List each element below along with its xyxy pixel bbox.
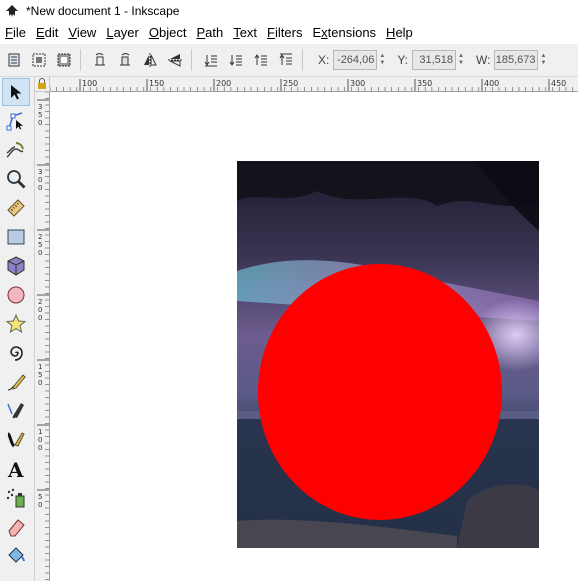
node-tool-icon[interactable]	[2, 107, 30, 135]
menu-edit[interactable]: Edit	[31, 22, 63, 44]
eraser-tool-icon[interactable]	[2, 513, 30, 541]
vruler-label-digit: 0	[38, 119, 42, 127]
rotate-cw-icon[interactable]	[114, 49, 136, 71]
text-tool-icon[interactable]: A	[2, 455, 30, 483]
flip-horizontal-icon[interactable]	[139, 49, 161, 71]
select-all-layers-icon[interactable]	[28, 49, 50, 71]
toolbar-separator	[191, 49, 192, 71]
hruler-label: 250	[283, 79, 298, 88]
hruler-label: 200	[216, 79, 231, 88]
zoom-tool-icon[interactable]	[2, 165, 30, 193]
inkscape-logo-icon	[4, 3, 20, 19]
y-spinner[interactable]: ▲ ▼	[456, 51, 466, 69]
menu-object[interactable]: Object	[144, 22, 192, 44]
hruler-label: 100	[82, 79, 97, 88]
title-bar: *New document 1 - Inkscape	[0, 0, 578, 22]
select-all-objects-icon[interactable]	[3, 49, 25, 71]
vruler-label-digit: 0	[38, 176, 42, 184]
menu-bar: File Edit View Layer Object Path Text Fi…	[0, 22, 578, 44]
tool-controls-bar: X: -264,06 ▲ ▼ Y: 31,518 ▲ ▼ W: 185,673 ▲ ▼	[0, 44, 578, 77]
circle-fill	[258, 264, 502, 520]
y-label: Y:	[397, 53, 409, 67]
vruler-label-digit: 0	[38, 444, 42, 452]
w-label: W:	[476, 53, 491, 67]
3d-box-tool-icon[interactable]	[2, 252, 30, 280]
menu-file[interactable]: File	[0, 22, 31, 44]
vruler-label-digit: 1	[38, 428, 42, 436]
vruler-label-digit: 5	[38, 493, 42, 501]
tweak-tool-icon[interactable]	[2, 136, 30, 164]
hruler-label: 300	[350, 79, 365, 88]
vruler-label-digit: 5	[38, 111, 42, 119]
vruler-label-digit: 0	[38, 501, 42, 509]
vruler-label-digit: 0	[38, 379, 42, 387]
w-field[interactable]: 185,673	[494, 50, 539, 70]
y-field[interactable]: 31,518	[412, 50, 457, 70]
vruler-label-digit: 3	[38, 168, 42, 176]
invert-selection-icon[interactable]	[53, 49, 75, 71]
menu-extensions[interactable]: Extensions	[307, 22, 381, 44]
ellipse-tool-icon[interactable]	[2, 281, 30, 309]
calligraphy-tool-icon[interactable]	[2, 426, 30, 454]
spray-tool-icon[interactable]	[2, 484, 30, 512]
menu-view[interactable]: View	[63, 22, 101, 44]
drawing-canvas[interactable]	[50, 92, 578, 581]
vruler-label-digit: 3	[38, 103, 42, 111]
x-field[interactable]: -264,06	[333, 50, 378, 70]
vruler-label-digit: 5	[38, 241, 42, 249]
red-circle-shape[interactable]	[257, 263, 503, 521]
window-title: *New document 1 - Inkscape	[26, 4, 180, 18]
vruler-label-digit: 5	[38, 371, 42, 379]
menu-text[interactable]: Text	[228, 22, 262, 44]
spiral-tool-icon[interactable]	[2, 339, 30, 367]
flip-vertical-icon[interactable]	[164, 49, 186, 71]
menu-layer[interactable]: Layer	[101, 22, 144, 44]
vruler-label-digit: 2	[38, 298, 42, 306]
star-tool-icon[interactable]	[2, 310, 30, 338]
hruler-label: 450	[551, 79, 566, 88]
menu-filters[interactable]: Filters	[262, 22, 307, 44]
rotate-ccw-icon[interactable]	[89, 49, 111, 71]
menu-path[interactable]: Path	[191, 22, 228, 44]
w-spinner[interactable]: ▲ ▼	[538, 51, 548, 69]
rectangle-tool-icon[interactable]	[2, 223, 30, 251]
vruler-label-digit: 0	[38, 184, 42, 192]
toolbar-separator	[302, 49, 303, 71]
toolbox: A	[0, 77, 35, 581]
raise-icon[interactable]	[250, 49, 272, 71]
measure-tool-icon[interactable]	[2, 194, 30, 222]
lower-to-bottom-icon[interactable]	[200, 49, 222, 71]
vruler-label-digit: 0	[38, 436, 42, 444]
vruler-label-digit: 0	[38, 314, 42, 322]
vruler-label-digit: 2	[38, 233, 42, 241]
toolbar-separator	[80, 49, 81, 71]
x-spinner[interactable]: ▲ ▼	[377, 51, 387, 69]
vertical-ruler[interactable]: 35030025020015010050	[35, 92, 50, 581]
svg-text:A: A	[7, 458, 24, 480]
hruler-label: 350	[417, 79, 432, 88]
menu-help[interactable]: Help	[381, 22, 418, 44]
lower-icon[interactable]	[225, 49, 247, 71]
horizontal-ruler[interactable]: 100 150 200 250 300 350 400 450	[50, 77, 578, 92]
pen-tool-icon[interactable]	[2, 397, 30, 425]
x-label: X:	[318, 53, 330, 67]
hruler-label: 150	[149, 79, 164, 88]
hruler-label: 400	[484, 79, 499, 88]
vruler-label-digit: 0	[38, 306, 42, 314]
paint-bucket-tool-icon[interactable]	[2, 542, 30, 570]
vruler-label-digit: 1	[38, 363, 42, 371]
vruler-label-digit: 0	[38, 249, 42, 257]
selector-tool-icon[interactable]	[2, 78, 30, 106]
ruler-corner	[35, 77, 50, 92]
pencil-tool-icon[interactable]	[2, 368, 30, 396]
raise-to-top-icon[interactable]	[275, 49, 297, 71]
